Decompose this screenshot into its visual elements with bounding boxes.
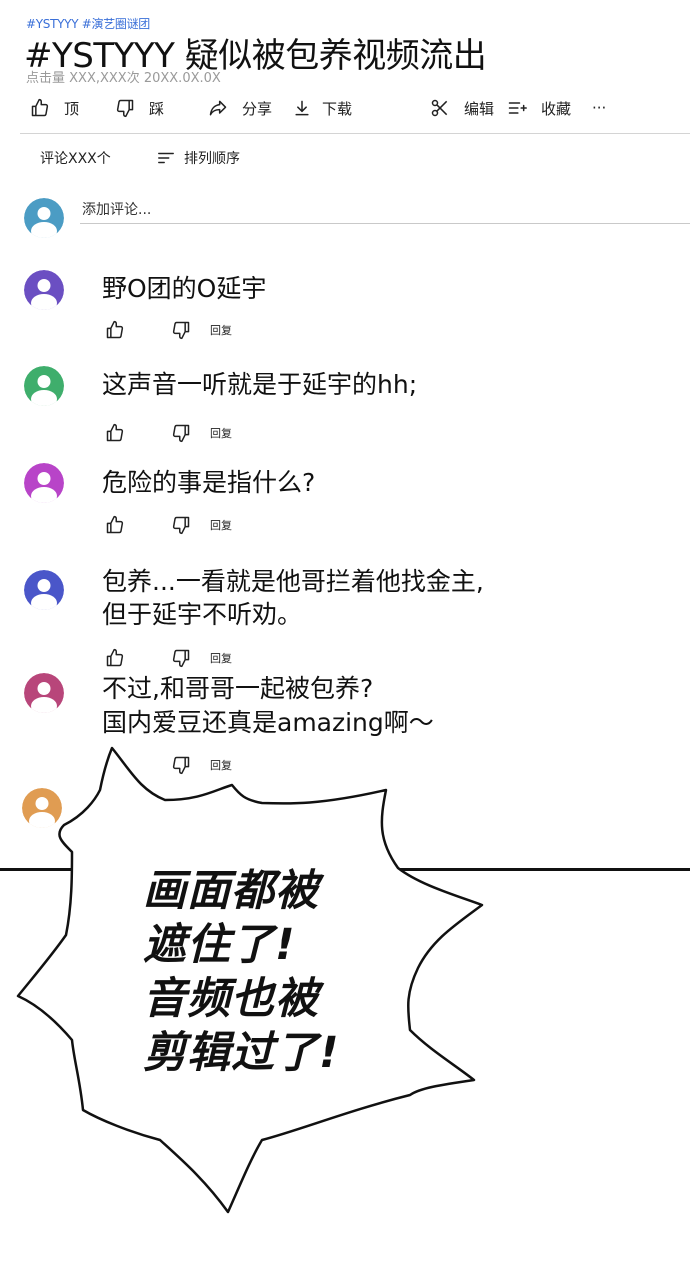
speech-bubble [16,746,484,1214]
comment-text-line-2: 国内爱豆还真是amazing啊～ [102,708,434,737]
thumbs-down-icon[interactable] [170,755,192,775]
commenter-avatar[interactable] [24,673,64,713]
thumbs-up-icon[interactable] [104,648,126,668]
reply-button[interactable]: 回复 [210,517,232,533]
reply-button[interactable]: 回复 [210,425,232,441]
commenter-avatar[interactable] [24,570,64,610]
divider [20,133,690,134]
thumbs-up-icon[interactable] [104,755,126,775]
thumbs-down-icon[interactable] [170,515,192,535]
thumbs-up-icon[interactable] [104,515,126,535]
comment-actions: 回复 [104,648,232,668]
download-icon [295,100,309,116]
share-button[interactable]: 分享 [208,97,272,119]
download-button[interactable]: 下载 [292,97,352,119]
more-button[interactable]: ··· [592,97,606,119]
more-icon: ··· [592,99,607,117]
dislike-button[interactable]: 踩 [115,97,164,119]
speech-line: 遮住了! [143,920,296,970]
comment-actions: 回复 [104,515,232,535]
comment-text-line-2: 但于延宇不听劝。 [102,600,303,629]
speech-line: 剪辑过了! [143,1028,340,1078]
commenter-avatar[interactable] [24,463,64,503]
scissors-icon [431,99,448,117]
sort-label: 排列顺序 [184,151,240,167]
reply-button[interactable]: 回复 [210,757,232,773]
share-label: 分享 [242,99,273,118]
sort-button[interactable]: 排列顺序 [157,148,240,168]
speech-line: 音频也被 [143,974,319,1024]
playlist-add-icon [508,102,527,114]
speech-bubble-text: 画面都被 遮住了! 音频也被 剪辑过了! [143,864,340,1080]
thumbs-up-icon [31,98,49,117]
edit-label: 编辑 [464,99,495,118]
reply-button[interactable]: 回复 [210,322,232,338]
comment-count-label: 评论XXX个 [40,151,111,167]
like-label: 顶 [64,99,80,118]
speech-line: 画面都被 [143,866,319,916]
thumbs-up-icon[interactable] [104,423,126,443]
thumbs-down-icon[interactable] [170,648,192,668]
comment-text: 不过,和哥哥一起被包养? [102,674,374,703]
comment-text: 野O团的O延宇 [102,274,267,303]
comment-actions: 回复 [104,423,232,443]
like-button[interactable]: 顶 [30,97,79,119]
comment-actions: 回复 [104,320,232,340]
thumbs-up-icon[interactable] [104,320,126,340]
thumbs-down-icon[interactable] [170,320,192,340]
commenter-avatar[interactable] [24,366,64,406]
comment-count: 评论XXX个 [40,148,111,168]
thumbs-down-icon[interactable] [170,423,192,443]
comment-text: 危险的事是指什么? [102,468,316,497]
add-comment-input[interactable]: 添加评论... [82,199,151,219]
view-count-and-date: 点击量 XXX,XXX次 20XX.0X.0X [26,71,221,86]
sort-icon [158,152,174,164]
commenter-avatar[interactable] [22,788,62,828]
comment-text: 这声音一听就是于延宇的hh; [102,370,418,399]
panel-border-line [0,868,690,871]
save-button[interactable]: 收藏 [507,97,571,119]
dislike-label: 踩 [149,99,165,118]
add-comment-underline [80,223,690,224]
download-label: 下载 [322,99,353,118]
reply-button[interactable]: 回复 [210,650,232,666]
comment-actions: 回复 [104,755,232,775]
edit-button[interactable]: 编辑 [430,97,494,119]
share-icon [209,100,227,116]
thumbs-down-icon [116,99,134,118]
commenter-avatar[interactable] [24,270,64,310]
comment-text: 包养...一看就是他哥拦着他找金主, [102,567,484,596]
current-user-avatar [24,198,64,238]
save-label: 收藏 [541,99,572,118]
